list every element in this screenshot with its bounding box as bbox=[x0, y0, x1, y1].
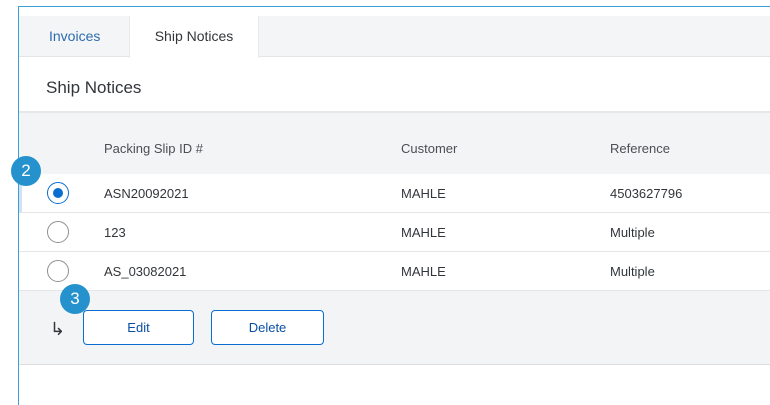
packing-slip-id-cell: ASN20092021 bbox=[104, 186, 189, 201]
return-arrow-icon: ↳ bbox=[50, 319, 66, 339]
row-select-radio[interactable] bbox=[47, 260, 69, 282]
tab-bar: Invoices Ship Notices bbox=[19, 16, 770, 58]
customer-cell: MAHLE bbox=[401, 264, 446, 279]
packing-slip-id-cell: 123 bbox=[104, 225, 126, 240]
row-select-radio[interactable] bbox=[47, 221, 69, 243]
ship-notices-panel: Invoices Ship Notices Ship Notices Packi… bbox=[18, 6, 770, 405]
tab-invoices[interactable]: Invoices bbox=[49, 16, 100, 57]
row-select-radio[interactable] bbox=[47, 182, 69, 204]
section-title: Ship Notices bbox=[46, 78, 142, 97]
reference-cell: Multiple bbox=[610, 225, 655, 240]
column-header-packing-slip[interactable]: Packing Slip ID # bbox=[104, 141, 203, 156]
table-row[interactable]: 123 MAHLE Multiple bbox=[19, 213, 770, 252]
column-header-reference[interactable]: Reference bbox=[610, 141, 670, 156]
table-row[interactable]: AS_03082021 MAHLE Multiple bbox=[19, 252, 770, 291]
table-header: Packing Slip ID # Customer Reference bbox=[19, 113, 770, 179]
tab-ship-notices[interactable]: Ship Notices bbox=[129, 16, 259, 58]
step-callout-2: 2 bbox=[11, 156, 41, 186]
table-row[interactable]: ASN20092021 MAHLE 4503627796 bbox=[19, 174, 770, 213]
reference-cell: Multiple bbox=[610, 264, 655, 279]
action-bar: ↳ Edit Delete bbox=[19, 291, 770, 365]
step-callout-3: 3 bbox=[60, 284, 90, 314]
delete-button[interactable]: Delete bbox=[211, 310, 324, 345]
edit-button[interactable]: Edit bbox=[83, 310, 194, 345]
reference-cell: 4503627796 bbox=[610, 186, 683, 201]
packing-slip-id-cell: AS_03082021 bbox=[104, 264, 187, 279]
customer-cell: MAHLE bbox=[401, 186, 446, 201]
customer-cell: MAHLE bbox=[401, 225, 446, 240]
column-header-customer[interactable]: Customer bbox=[401, 141, 457, 156]
